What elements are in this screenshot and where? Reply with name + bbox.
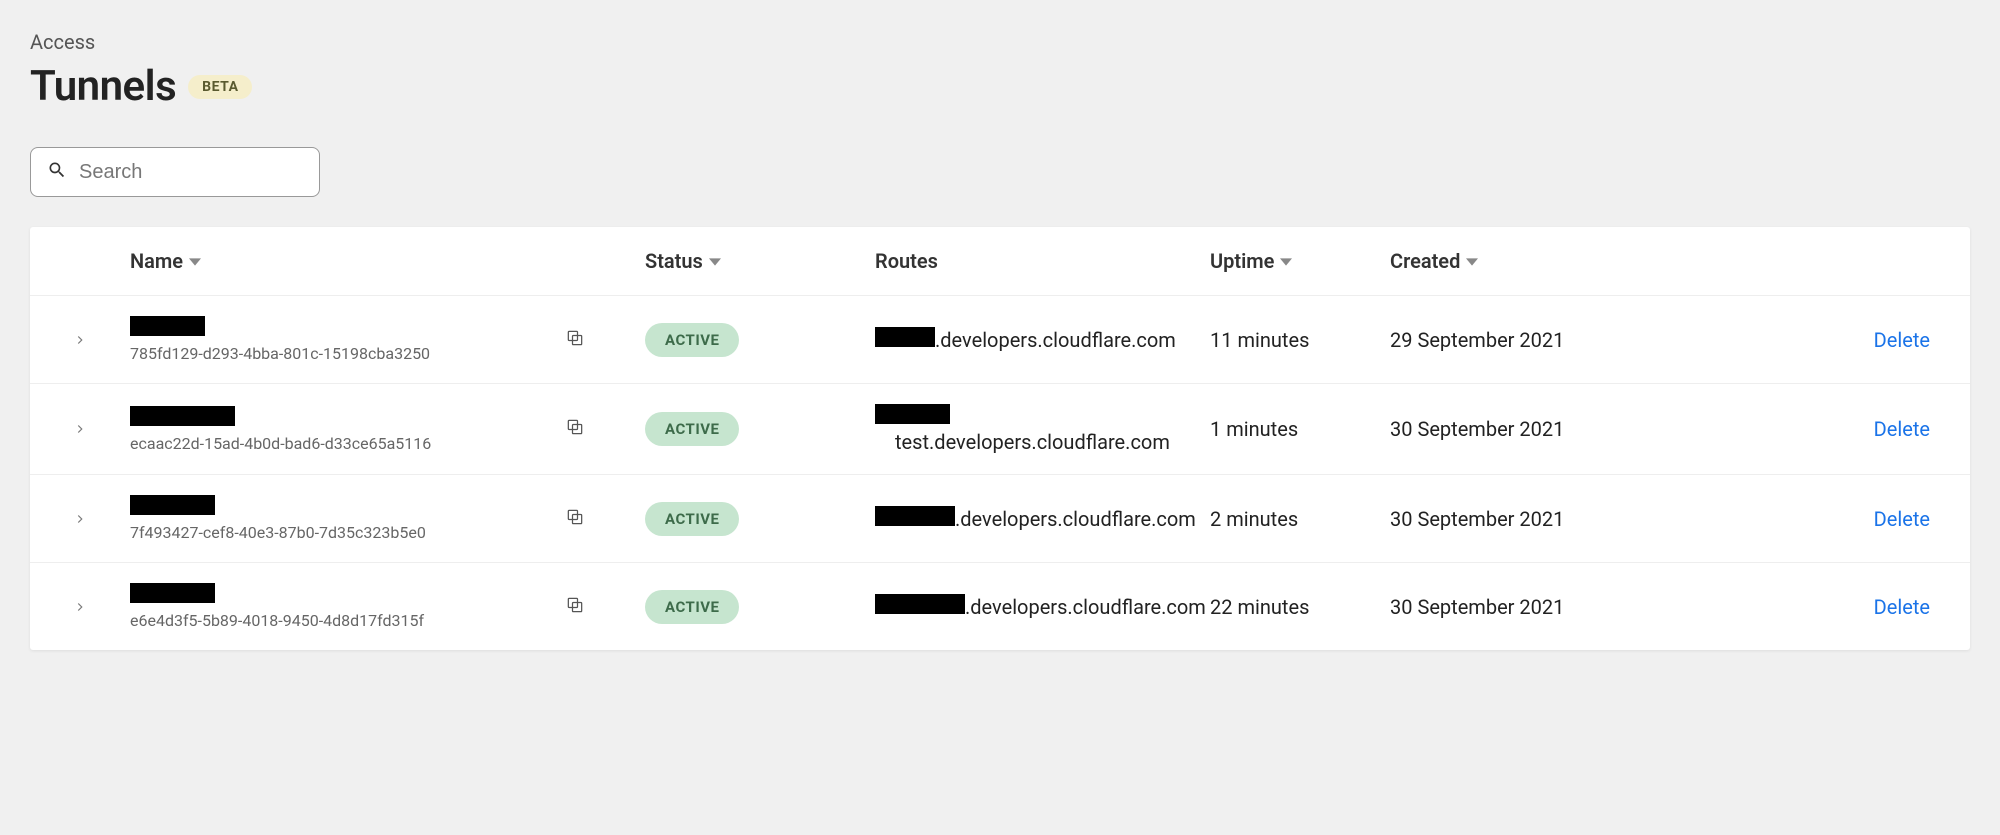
copy-icon[interactable] bbox=[565, 417, 585, 441]
status-badge: ACTIVE bbox=[645, 502, 739, 536]
column-status-label: Status bbox=[645, 249, 703, 273]
route-suffix: .developers.cloudflare.com bbox=[955, 507, 1196, 531]
search-icon bbox=[47, 160, 67, 184]
column-created-label: Created bbox=[1390, 249, 1460, 273]
route-line2: test.developers.cloudflare.com bbox=[895, 430, 1170, 454]
route-prefix-redacted bbox=[875, 594, 965, 614]
copy-icon[interactable] bbox=[565, 507, 585, 531]
delete-button[interactable]: Delete bbox=[1874, 328, 1930, 352]
name-cell: 785fd129-d293-4bba-801c-15198cba3250 bbox=[130, 316, 645, 363]
sort-icon bbox=[1280, 249, 1292, 273]
name-cell: e6e4d3f5-5b89-4018-9450-4d8d17fd315f bbox=[130, 583, 645, 630]
tunnel-id: 7f493427-cef8-40e3-87b0-7d35c323b5e0 bbox=[130, 523, 426, 542]
route-suffix: .developers.cloudflare.com bbox=[965, 595, 1206, 619]
uptime-cell: 2 minutes bbox=[1210, 507, 1390, 531]
sort-icon bbox=[189, 249, 201, 273]
created-cell: 30 September 2021 bbox=[1390, 507, 1710, 531]
routes-cell: .developers.cloudflare.com bbox=[875, 327, 1210, 352]
route-suffix: .developers.cloudflare.com bbox=[935, 328, 1176, 352]
column-uptime-label: Uptime bbox=[1210, 249, 1274, 273]
status-badge: ACTIVE bbox=[645, 412, 739, 446]
tunnel-id: ecaac22d-15ad-4b0d-bad6-d33ce65a5116 bbox=[130, 434, 431, 453]
column-status[interactable]: Status bbox=[645, 249, 875, 273]
route-prefix-redacted bbox=[875, 327, 935, 347]
expand-button[interactable] bbox=[30, 333, 130, 347]
created-cell: 29 September 2021 bbox=[1390, 328, 1710, 352]
routes-cell: test.developers.cloudflare.com bbox=[875, 404, 1210, 454]
search-box[interactable] bbox=[30, 147, 320, 197]
name-cell: ecaac22d-15ad-4b0d-bad6-d33ce65a5116 bbox=[130, 406, 645, 453]
copy-icon[interactable] bbox=[565, 595, 585, 619]
column-uptime[interactable]: Uptime bbox=[1210, 249, 1390, 273]
delete-button[interactable]: Delete bbox=[1874, 417, 1930, 441]
created-cell: 30 September 2021 bbox=[1390, 417, 1710, 441]
column-name[interactable]: Name bbox=[130, 249, 645, 273]
table-row: e6e4d3f5-5b89-4018-9450-4d8d17fd315f ACT… bbox=[30, 563, 1970, 650]
tunnel-name-redacted bbox=[130, 406, 235, 426]
beta-badge: BETA bbox=[188, 75, 252, 99]
column-created[interactable]: Created bbox=[1390, 249, 1710, 273]
expand-button[interactable] bbox=[30, 422, 130, 436]
uptime-cell: 11 minutes bbox=[1210, 328, 1390, 352]
search-input[interactable] bbox=[79, 161, 344, 184]
table-header: Name Status Routes Uptime Created bbox=[30, 227, 1970, 296]
created-cell: 30 September 2021 bbox=[1390, 595, 1710, 619]
tunnel-id: 785fd129-d293-4bba-801c-15198cba3250 bbox=[130, 344, 430, 363]
delete-button[interactable]: Delete bbox=[1874, 507, 1930, 531]
sort-icon bbox=[1466, 249, 1478, 273]
expand-button[interactable] bbox=[30, 600, 130, 614]
route-prefix-redacted bbox=[875, 404, 950, 424]
page-title: Tunnels bbox=[30, 62, 176, 111]
routes-cell: .developers.cloudflare.com bbox=[875, 594, 1210, 619]
uptime-cell: 22 minutes bbox=[1210, 595, 1390, 619]
breadcrumb[interactable]: Access bbox=[30, 30, 1970, 54]
sort-icon bbox=[709, 249, 721, 273]
tunnel-name-redacted bbox=[130, 495, 215, 515]
tunnels-table: Name Status Routes Uptime Created 785fd1… bbox=[30, 227, 1970, 650]
table-row: 7f493427-cef8-40e3-87b0-7d35c323b5e0 ACT… bbox=[30, 475, 1970, 563]
column-name-label: Name bbox=[130, 249, 183, 273]
route-prefix-redacted bbox=[875, 506, 955, 526]
tunnel-id: e6e4d3f5-5b89-4018-9450-4d8d17fd315f bbox=[130, 611, 424, 630]
column-routes-label: Routes bbox=[875, 249, 938, 273]
uptime-cell: 1 minutes bbox=[1210, 417, 1390, 441]
title-row: Tunnels BETA bbox=[30, 62, 1970, 111]
column-routes: Routes bbox=[875, 249, 1210, 273]
routes-cell: .developers.cloudflare.com bbox=[875, 506, 1210, 531]
tunnel-name-redacted bbox=[130, 583, 215, 603]
name-cell: 7f493427-cef8-40e3-87b0-7d35c323b5e0 bbox=[130, 495, 645, 542]
table-row: 785fd129-d293-4bba-801c-15198cba3250 ACT… bbox=[30, 296, 1970, 384]
status-badge: ACTIVE bbox=[645, 323, 739, 357]
status-badge: ACTIVE bbox=[645, 590, 739, 624]
delete-button[interactable]: Delete bbox=[1874, 595, 1930, 619]
table-row: ecaac22d-15ad-4b0d-bad6-d33ce65a5116 ACT… bbox=[30, 384, 1970, 475]
copy-icon[interactable] bbox=[565, 328, 585, 352]
expand-button[interactable] bbox=[30, 512, 130, 526]
tunnel-name-redacted bbox=[130, 316, 205, 336]
